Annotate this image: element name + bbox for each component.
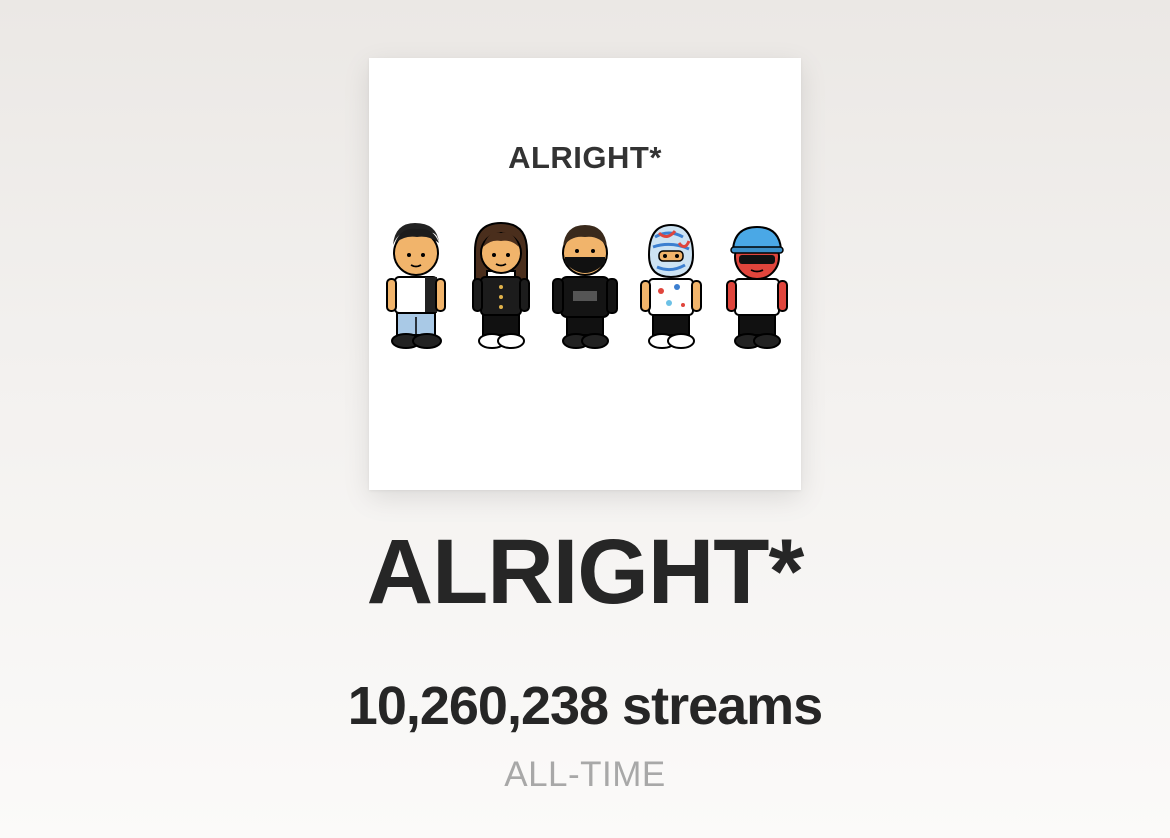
figure-red-cap-icon	[726, 225, 788, 349]
figure-masked-hoodie-icon	[552, 225, 618, 349]
stream-count: 10,260,238 streams	[347, 676, 823, 736]
cover-title: ALRIGHT*	[508, 140, 662, 175]
cover-artwork	[386, 221, 788, 349]
album-cover: ALRIGHT*	[369, 58, 801, 490]
figure-white-tee-icon	[386, 223, 446, 349]
period-label: ALL-TIME	[504, 755, 666, 794]
figure-painted-mask-icon	[640, 223, 702, 349]
track-title: ALRIGHT*	[366, 521, 805, 623]
figure-long-hair-icon	[472, 221, 530, 349]
